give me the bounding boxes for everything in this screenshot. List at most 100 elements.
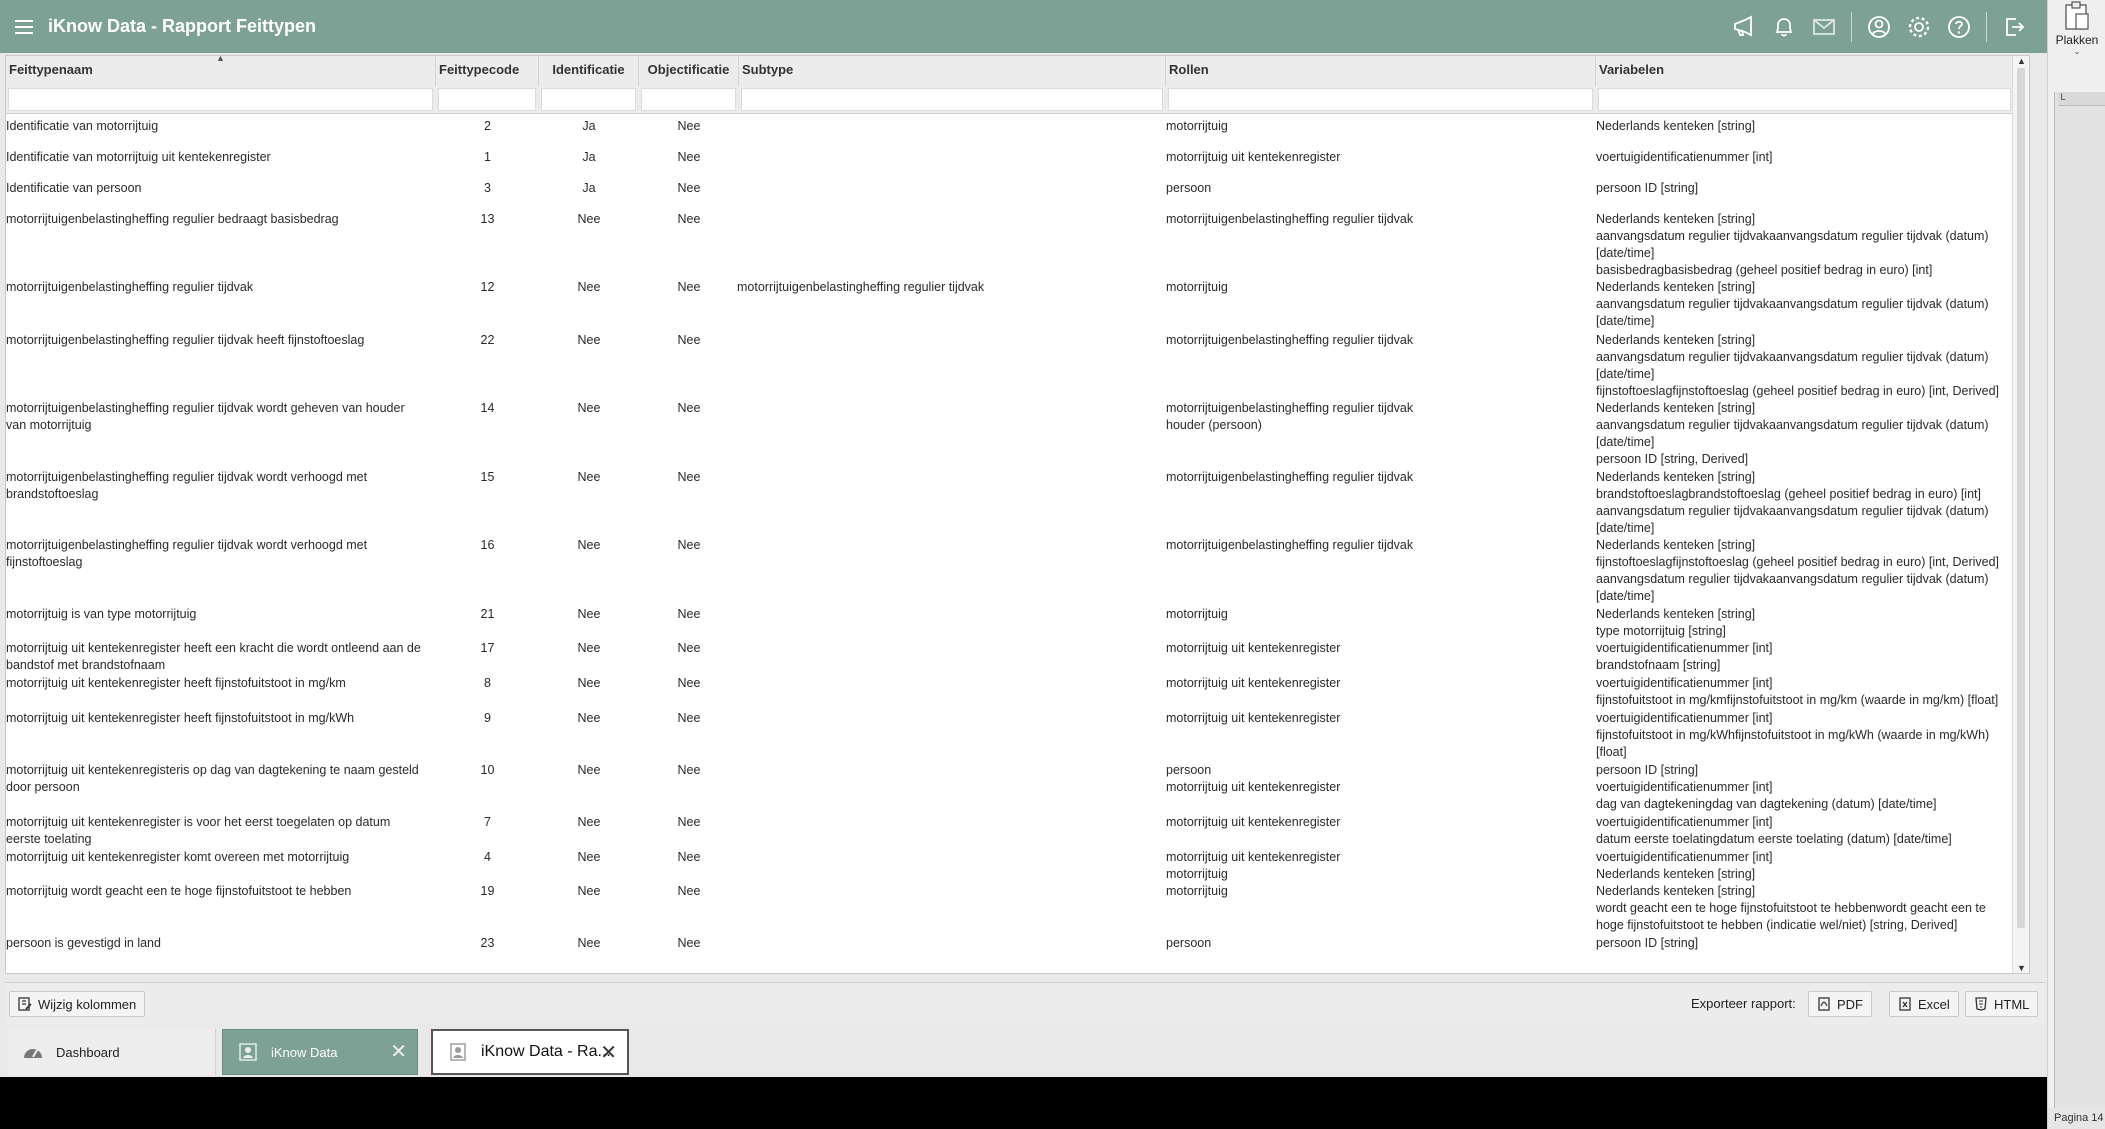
cell-text: motorrijtuig uit kentekenregister heeft … xyxy=(6,641,421,655)
cell-var: voertuigidentificatienummer [int] brandst… xyxy=(1596,640,2014,674)
cell-rol: motorrijtuig xyxy=(1166,606,1596,623)
cell-rol: persoon xyxy=(1166,935,1596,952)
tab-iknow-data-label: iKnow Data xyxy=(271,1044,338,1060)
cell-ident: Nee xyxy=(577,763,601,777)
close-icon[interactable]: ✕ xyxy=(390,1042,407,1062)
filter-feittypecode-input[interactable] xyxy=(438,88,536,111)
app-title: iKnow Data - Rapport Feittypen xyxy=(48,16,317,36)
filter-subtype-input[interactable] xyxy=(741,88,1163,111)
bell-icon[interactable] xyxy=(1769,12,1799,42)
column-header-feittypecode[interactable]: Feittypecode xyxy=(436,56,539,86)
column-header-feittypenaam[interactable]: Feittypenaam xyxy=(6,56,436,86)
cell-name: motorrijtuig uit kentekenregister is voo… xyxy=(6,814,436,848)
cell-code: 17 xyxy=(480,641,495,655)
cell-ident: Nee xyxy=(577,607,601,621)
cell-text: persoon ID [string] xyxy=(1596,181,1699,195)
export-pdf-label: PDF xyxy=(1837,996,1863,1012)
cell-name: motorrijtuig uit kentekenregisteris op d… xyxy=(6,762,436,796)
cell-text: motorrijtuigenbelastingheffing regulier … xyxy=(6,470,368,484)
filter-rollen-input[interactable] xyxy=(1168,88,1593,111)
cell-obj: Nee xyxy=(677,280,701,294)
cell-obj: Nee xyxy=(677,401,701,415)
cell-obj: Nee xyxy=(677,150,701,164)
cell-text: motorrijtuig uit kentekenregisteris op d… xyxy=(6,763,419,777)
cell-text: persoon ID [string] xyxy=(1596,763,1699,777)
cell-text: voertuigidentificatienummer [int] xyxy=(1596,711,1773,725)
cell-text: motorrijtuigenbelastingheffing regulier … xyxy=(6,212,339,226)
cell-text: motorrijtuig uit kentekenregister xyxy=(1166,676,1341,690)
cell-name: motorrijtuigenbelastingheffing regulier … xyxy=(6,211,436,228)
column-header-subtype[interactable]: Subtype xyxy=(739,56,1166,86)
column-header-rollen[interactable]: Rollen xyxy=(1166,56,1596,86)
help-icon[interactable] xyxy=(1944,12,1974,42)
cell-text: motorrijtuig xyxy=(1166,607,1228,621)
cell-name: motorrijtuigenbelastingheffing regulier … xyxy=(6,332,436,349)
cell-var: Nederlands kenteken [string] fijnstoftoes… xyxy=(1596,537,2014,605)
app-window: iKnow Data - Rapport Feittypen ▲ Feittyp… xyxy=(0,0,2047,1077)
cell-ident: Nee xyxy=(577,641,601,655)
cell-code: 15 xyxy=(480,470,495,484)
logout-icon[interactable] xyxy=(1999,12,2029,42)
cell-ident: Nee xyxy=(577,470,601,484)
cell-text: motorrijtuigenbelastingheffing regulier … xyxy=(6,333,365,347)
column-header-variabelen[interactable]: Variabelen xyxy=(1596,56,2014,86)
cell-text: [date/time] xyxy=(1596,521,1655,535)
vertical-scrollbar[interactable]: ▲ ▼ xyxy=(2012,56,2029,973)
clipboard-icon xyxy=(2065,1,2089,30)
cell-ident: Nee xyxy=(577,676,601,690)
column-header-identificatie[interactable]: Identificatie xyxy=(539,56,639,86)
cell-text: motorrijtuigenbelastingheffing regulier … xyxy=(1166,212,1414,226)
cell-text: motorrijtuigenbelastingheffing regulier … xyxy=(1166,538,1414,552)
filter-identificatie-input[interactable] xyxy=(541,88,636,111)
scroll-down-icon[interactable]: ▼ xyxy=(2017,963,2026,973)
export-html-label: HTML xyxy=(1994,996,2030,1012)
cell-text: motorrijtuig xyxy=(1166,280,1228,294)
tab-dashboard[interactable]: Dashboard xyxy=(8,1029,216,1075)
menu-icon[interactable] xyxy=(0,0,48,53)
mail-icon[interactable] xyxy=(1809,12,1839,42)
cell-obj: Nee xyxy=(677,676,701,690)
dashboard-icon xyxy=(22,1041,44,1063)
cell-text: eerste toelating xyxy=(6,832,92,846)
export-html-button[interactable]: HTML xyxy=(1965,991,2039,1017)
filter-feittypenaam-input[interactable] xyxy=(8,88,433,111)
table-body: Identificatie van motorrijtuig 2 Ja Nee moto… xyxy=(6,115,2014,973)
cell-rol: motorrijtuig xyxy=(1166,883,1596,900)
filter-variabelen-input[interactable] xyxy=(1598,88,2011,111)
cell-name: motorrijtuig wordt geacht een te hoge fi… xyxy=(6,883,436,900)
cell-var: voertuigidentificatienummer [int] Nederla… xyxy=(1596,849,2014,883)
gear-icon[interactable] xyxy=(1904,12,1934,42)
filter-objectificatie-input[interactable] xyxy=(641,88,736,111)
megaphone-icon[interactable] xyxy=(1729,12,1759,42)
cell-text: aanvangsdatum regulier tijdvakaanvangsda… xyxy=(1596,229,1989,243)
export-pdf-button[interactable]: PDF xyxy=(1808,991,1872,1017)
paste-button[interactable]: Plakken ⌄ xyxy=(2048,0,2105,64)
cell-var: Nederlands kenteken [string] aanvangsdatu… xyxy=(1596,400,2014,468)
cell-text: persoon xyxy=(1166,763,1212,777)
cell-text: voertuigidentificatienummer [int] xyxy=(1596,641,1773,655)
report-table: ▲ Feittypenaam Feittypecode Identificati… xyxy=(5,55,2030,974)
tab-iknow-data[interactable]: iKnow Data ✕ xyxy=(222,1029,418,1075)
cell-obj: Nee xyxy=(677,212,701,226)
cell-code: 19 xyxy=(480,884,495,898)
cell-ident: Nee xyxy=(577,936,601,950)
cell-text: voertuigidentificatienummer [int] xyxy=(1596,676,1773,690)
cell-text: aanvangsdatum regulier tijdvakaanvangsda… xyxy=(1596,504,1989,518)
export-excel-button[interactable]: Excel xyxy=(1889,991,1959,1017)
top-bar: iKnow Data - Rapport Feittypen xyxy=(0,0,2047,53)
cell-text: fijnstoftoeslagfijnstoftoeslag (geheel p… xyxy=(1596,555,2000,569)
change-columns-button[interactable]: Wijzig kolommen xyxy=(9,991,146,1017)
user-icon[interactable] xyxy=(1864,12,1894,42)
tab-rapport-feittypen[interactable]: iKnow Data - Ra... ✕ xyxy=(431,1029,629,1075)
edit-columns-icon xyxy=(18,997,32,1011)
cell-ident: Nee xyxy=(577,711,601,725)
scroll-up-icon[interactable]: ▲ xyxy=(2017,56,2026,66)
chevron-down-icon[interactable]: ⌄ xyxy=(2074,47,2081,56)
cell-text: fijnstofuitstoot in mg/kmfijnstofuitstoo… xyxy=(1596,693,1999,707)
column-header-objectificatie[interactable]: Objectificatie xyxy=(639,56,739,86)
cell-text: aanvangsdatum regulier tijdvakaanvangsda… xyxy=(1596,572,1989,586)
cell-text: Nederlands kenteken [string] xyxy=(1596,333,1756,347)
cell-text: dag van dagtekeningdag van dagtekening (… xyxy=(1596,797,1937,811)
close-icon[interactable]: ✕ xyxy=(600,1043,617,1063)
scrollbar-thumb[interactable] xyxy=(2017,68,2025,928)
